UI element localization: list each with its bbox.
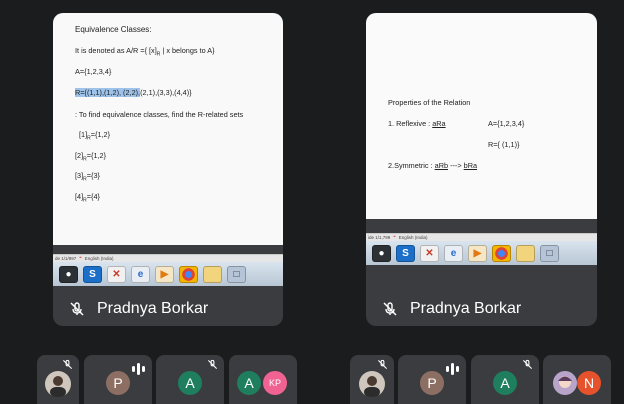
ie-icon: e bbox=[131, 265, 150, 283]
person-photo-icon bbox=[50, 376, 66, 397]
status-bar: ide 1/1,799 ❝ English (India) bbox=[366, 233, 597, 241]
slide-line: It is denoted as A/R ={ [x]R | x belongs… bbox=[75, 46, 215, 58]
avatar-photo bbox=[359, 371, 385, 397]
participant-name: Pradnya Borkar bbox=[97, 300, 209, 317]
taskbar: ● S ✕ e ▶ □ bbox=[366, 241, 597, 265]
slide-line: R={ (1,1)} bbox=[488, 140, 520, 149]
slide-line: R={(1,1),(1,2), (2,2),(2,1),(3,3),(4,4)} bbox=[75, 88, 192, 97]
shared-slide: Equivalence Classes: It is denoted as A/… bbox=[53, 13, 283, 245]
speaking-indicator-icon bbox=[132, 361, 148, 377]
avatar: KP bbox=[263, 371, 287, 395]
mic-off-icon bbox=[70, 302, 84, 316]
chrome-icon bbox=[179, 265, 198, 283]
mic-off-icon bbox=[207, 359, 218, 370]
avatar: A bbox=[237, 371, 261, 395]
slide-line: : To find equivalence classes, find the … bbox=[75, 110, 244, 119]
slide-line: [3]R={3} bbox=[75, 171, 100, 183]
status-bar: de 1/1/997 ❝ English (India) bbox=[53, 254, 283, 262]
ie-icon: e bbox=[444, 244, 463, 262]
participant-name-row: Pradnya Borkar bbox=[53, 297, 283, 321]
x-app-icon: ✕ bbox=[107, 265, 126, 283]
skype-icon: S bbox=[83, 265, 102, 283]
mic-off-icon bbox=[383, 302, 397, 316]
media-player-icon: ▶ bbox=[468, 244, 487, 262]
chrome-icon bbox=[492, 244, 511, 262]
participant-thumbnail[interactable]: A bbox=[156, 355, 224, 404]
slide-title: Properties of the Relation bbox=[388, 98, 471, 107]
avatar: A bbox=[493, 371, 517, 395]
window-icon: □ bbox=[540, 244, 559, 262]
media-player-icon: ▶ bbox=[155, 265, 174, 283]
avatar: P bbox=[106, 371, 130, 395]
participant-thumbnail-group[interactable]: N bbox=[543, 355, 611, 404]
highlighted-text: R={(1,1),(1,2), (2,2), bbox=[75, 88, 141, 97]
mic-off-icon bbox=[377, 359, 388, 370]
mic-off-icon bbox=[522, 359, 533, 370]
camera-icon: ● bbox=[59, 265, 78, 283]
speaking-indicator-icon bbox=[446, 361, 462, 377]
language-icon: ❝ bbox=[79, 256, 82, 261]
slide-line: A={1,2,3,4} bbox=[488, 119, 525, 128]
mic-off-icon bbox=[62, 359, 73, 370]
person-photo-icon bbox=[364, 376, 380, 397]
participant-thumbnail[interactable]: P bbox=[398, 355, 466, 404]
slide-line: [1]R={1,2} bbox=[79, 130, 111, 142]
participant-tile-right[interactable]: Properties of the Relation 1. Reflexive … bbox=[366, 13, 597, 326]
folder-icon bbox=[203, 265, 222, 283]
folder-icon bbox=[516, 244, 535, 262]
participant-name-row: Pradnya Borkar bbox=[366, 297, 597, 321]
participant-thumbnail-group[interactable]: A KP bbox=[229, 355, 297, 404]
participant-thumbnail[interactable] bbox=[37, 355, 79, 404]
shared-slide: Properties of the Relation 1. Reflexive … bbox=[366, 13, 597, 219]
window-icon: □ bbox=[227, 265, 246, 283]
slide-line: [2]R={1,2} bbox=[75, 151, 107, 163]
avatar: P bbox=[420, 371, 444, 395]
participant-thumbnail[interactable]: A bbox=[471, 355, 539, 404]
slide-line: 1. Reflexive : aRa bbox=[388, 119, 446, 128]
slide-title: Equivalence Classes: bbox=[75, 25, 152, 34]
avatar-photo bbox=[45, 371, 71, 397]
cartoon-avatar-icon bbox=[558, 376, 572, 388]
participant-thumbnail[interactable]: P bbox=[84, 355, 152, 404]
slide-line: A={1,2,3,4} bbox=[75, 67, 112, 76]
avatar-photo bbox=[553, 371, 577, 395]
skype-icon: S bbox=[396, 244, 415, 262]
slide-line: [4]R={4} bbox=[75, 192, 100, 204]
participant-thumbnail[interactable] bbox=[350, 355, 394, 404]
participant-name: Pradnya Borkar bbox=[410, 300, 522, 317]
avatar: N bbox=[577, 371, 601, 395]
avatar: A bbox=[178, 371, 202, 395]
language-icon: ❝ bbox=[393, 235, 396, 240]
participant-tile-left[interactable]: Equivalence Classes: It is denoted as A/… bbox=[53, 13, 283, 326]
taskbar: ● S ✕ e ▶ □ bbox=[53, 262, 283, 286]
camera-icon: ● bbox=[372, 244, 391, 262]
x-app-icon: ✕ bbox=[420, 244, 439, 262]
slide-line: 2.Symmetric : aRb ---> bRa bbox=[388, 161, 478, 170]
